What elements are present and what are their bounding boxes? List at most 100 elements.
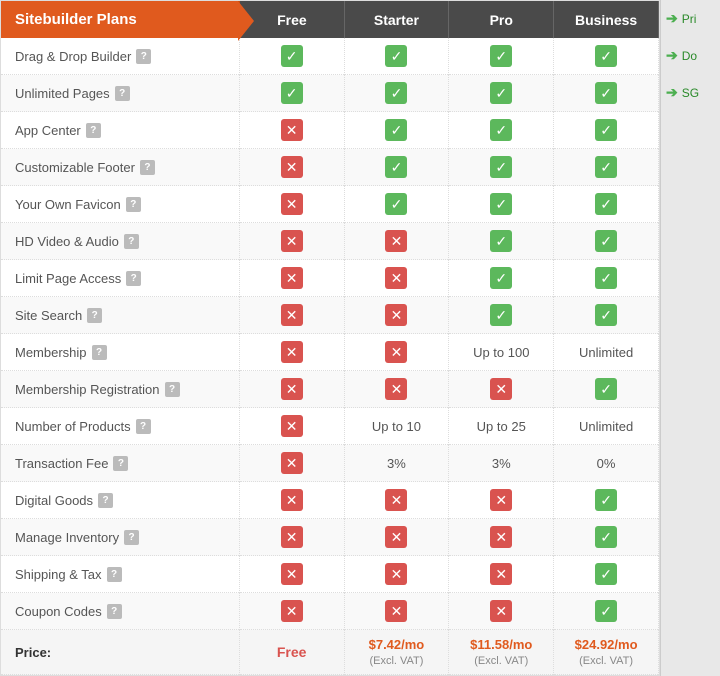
header-starter: Starter <box>344 1 449 38</box>
table-cell: ✓ <box>449 149 554 186</box>
help-icon[interactable]: ? <box>126 197 141 212</box>
help-icon[interactable]: ? <box>107 567 122 582</box>
check-icon: ✓ <box>595 156 617 178</box>
table-cell: ✕ <box>449 593 554 630</box>
help-icon[interactable]: ? <box>136 419 151 434</box>
table-row: Limit Page Access?✕✕✓✓ <box>1 260 659 297</box>
table-cell: ✓ <box>449 38 554 75</box>
price-business: $24.92/mo(Excl. VAT) <box>554 630 659 675</box>
table-cell: ✓ <box>554 593 659 630</box>
feature-cell: Membership Registration? <box>1 371 239 408</box>
feature-name: Coupon Codes <box>15 604 102 619</box>
cross-icon: ✕ <box>490 600 512 622</box>
check-icon: ✓ <box>385 45 407 67</box>
table-cell: ✕ <box>239 334 344 371</box>
table-row: Coupon Codes?✕✕✕✓ <box>1 593 659 630</box>
check-icon: ✓ <box>385 119 407 141</box>
help-icon[interactable]: ? <box>98 493 113 508</box>
help-icon[interactable]: ? <box>165 382 180 397</box>
feature-name: Shipping & Tax <box>15 567 102 582</box>
table-cell: ✓ <box>554 38 659 75</box>
price-pro-value: $11.58/mo <box>470 637 532 652</box>
check-icon: ✓ <box>595 119 617 141</box>
table-cell: ✓ <box>344 38 449 75</box>
table-cell: ✓ <box>554 186 659 223</box>
table-cell: ✕ <box>344 297 449 334</box>
check-icon: ✓ <box>490 230 512 252</box>
table-cell: ✕ <box>239 186 344 223</box>
feature-cell: Coupon Codes? <box>1 593 239 630</box>
table-row: Digital Goods?✕✕✕✓ <box>1 482 659 519</box>
feature-name: Membership Registration <box>15 382 160 397</box>
table-wrapper: Sitebuilder Plans Free Starter Pro Busin… <box>0 0 660 676</box>
price-row: Price:Free$7.42/mo(Excl. VAT)$11.58/mo(E… <box>1 630 659 675</box>
table-cell: ✓ <box>554 297 659 334</box>
help-icon[interactable]: ? <box>124 530 139 545</box>
table-cell: Up to 10 <box>344 408 449 445</box>
check-icon: ✓ <box>490 304 512 326</box>
table-cell: ✓ <box>239 38 344 75</box>
table-cell: ✕ <box>344 556 449 593</box>
help-icon[interactable]: ? <box>107 604 122 619</box>
feature-name: Manage Inventory <box>15 530 119 545</box>
text-value: Up to 100 <box>473 345 529 360</box>
feature-cell: Transaction Fee? <box>1 445 239 482</box>
cross-icon: ✕ <box>281 563 303 585</box>
cross-icon: ✕ <box>490 563 512 585</box>
help-icon[interactable]: ? <box>136 49 151 64</box>
cross-icon: ✕ <box>385 489 407 511</box>
price-free: Free <box>239 630 344 675</box>
cross-icon: ✕ <box>281 156 303 178</box>
help-icon[interactable]: ? <box>126 271 141 286</box>
check-icon: ✓ <box>281 45 303 67</box>
cross-icon: ✕ <box>281 526 303 548</box>
table-cell: ✕ <box>344 334 449 371</box>
table-cell: ✕ <box>239 593 344 630</box>
price-starter-note: (Excl. VAT) <box>369 655 423 667</box>
table-cell: ✕ <box>344 482 449 519</box>
check-icon: ✓ <box>595 82 617 104</box>
table-cell: ✕ <box>344 519 449 556</box>
help-icon[interactable]: ? <box>87 308 102 323</box>
feature-cell: Membership? <box>1 334 239 371</box>
cross-icon: ✕ <box>385 304 407 326</box>
cross-icon: ✕ <box>281 378 303 400</box>
sidebar-item-pri[interactable]: ➔ Pri <box>666 10 715 27</box>
sidebar-item-do[interactable]: ➔ Do <box>666 47 715 64</box>
feature-cell: Drag & Drop Builder? <box>1 38 239 75</box>
check-icon: ✓ <box>595 526 617 548</box>
help-icon[interactable]: ? <box>86 123 101 138</box>
feature-name: Transaction Fee <box>15 456 108 471</box>
sidebar-item-sg[interactable]: ➔ SG <box>666 84 715 101</box>
check-icon: ✓ <box>281 82 303 104</box>
text-value: 3% <box>492 456 511 471</box>
check-icon: ✓ <box>595 563 617 585</box>
feature-cell: Unlimited Pages? <box>1 75 239 112</box>
feature-name: Drag & Drop Builder <box>15 49 131 64</box>
cross-icon: ✕ <box>281 489 303 511</box>
table-cell: ✓ <box>554 260 659 297</box>
table-cell: ✕ <box>344 593 449 630</box>
table-cell: Up to 100 <box>449 334 554 371</box>
help-icon[interactable]: ? <box>124 234 139 249</box>
feature-name: Customizable Footer <box>15 160 135 175</box>
main-container: Sitebuilder Plans Free Starter Pro Busin… <box>0 0 720 676</box>
table-cell: ✓ <box>344 186 449 223</box>
cross-icon: ✕ <box>385 600 407 622</box>
table-row: Unlimited Pages?✓✓✓✓ <box>1 75 659 112</box>
cross-icon: ✕ <box>490 378 512 400</box>
cross-icon: ✕ <box>281 193 303 215</box>
header-pro: Pro <box>449 1 554 38</box>
table-cell: ✓ <box>449 75 554 112</box>
sidebar-label-pri: Pri <box>682 12 697 26</box>
feature-name: Unlimited Pages <box>15 86 110 101</box>
check-icon: ✓ <box>595 45 617 67</box>
check-icon: ✓ <box>385 193 407 215</box>
feature-name: Digital Goods <box>15 493 93 508</box>
sidebar-label-sg: SG <box>682 86 699 100</box>
help-icon[interactable]: ? <box>115 86 130 101</box>
help-icon[interactable]: ? <box>92 345 107 360</box>
cross-icon: ✕ <box>385 526 407 548</box>
help-icon[interactable]: ? <box>140 160 155 175</box>
help-icon[interactable]: ? <box>113 456 128 471</box>
